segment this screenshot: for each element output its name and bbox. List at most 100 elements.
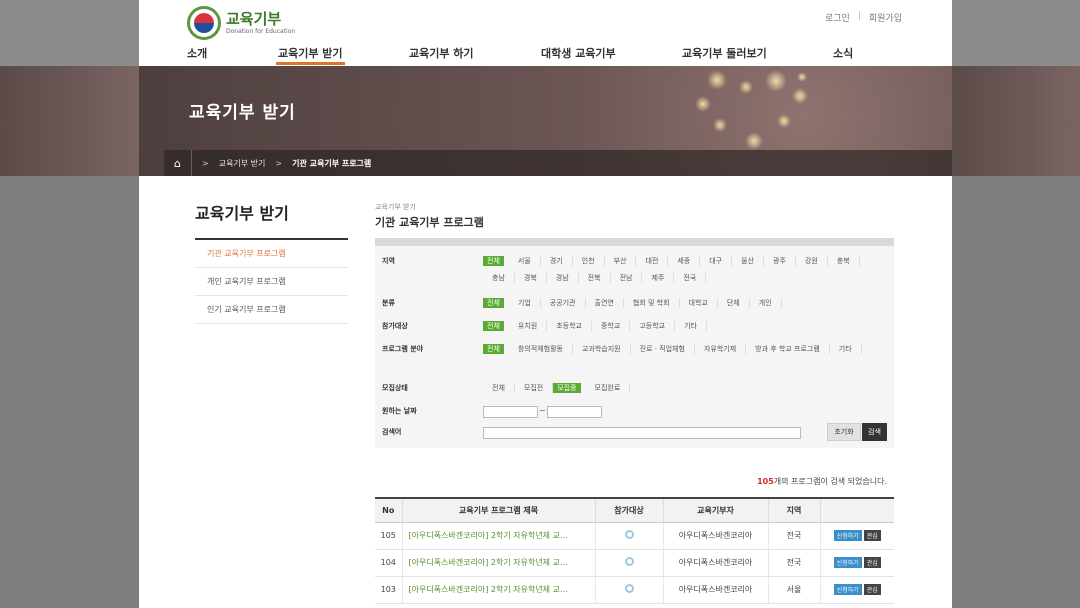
- filter-field-option[interactable]: 창의적체험활동: [509, 344, 573, 354]
- nav-receive[interactable]: 교육기부 받기: [276, 45, 345, 65]
- util-separator: |: [857, 11, 861, 21]
- apply-button[interactable]: 신청하기: [833, 557, 862, 568]
- filter-region-option[interactable]: 전체: [483, 256, 504, 266]
- page: 교육기부 Donation for Education 로그인 | 회원가입 소…: [139, 0, 952, 608]
- filter-category-option[interactable]: 기업: [509, 298, 541, 308]
- filter-region-option[interactable]: 경북: [515, 273, 547, 283]
- result-text: 개의 프로그램이 검색 되었습니다.: [773, 477, 887, 486]
- filter-status-option[interactable]: 전체: [483, 383, 515, 393]
- filter-region-option[interactable]: 경남: [547, 273, 579, 283]
- filter-category-option[interactable]: 전체: [483, 298, 504, 308]
- filter-keyword-label: 검색어: [382, 428, 402, 436]
- filter-category-option[interactable]: 대학교: [680, 298, 718, 308]
- header: 교육기부 Donation for Education 로그인 | 회원가입 소…: [139, 0, 952, 66]
- filter-category-option[interactable]: 협회 및 학회: [624, 298, 680, 308]
- filter-field-option[interactable]: 전체: [483, 344, 504, 354]
- filter-region-option[interactable]: 서울: [509, 256, 541, 266]
- like-button[interactable]: 관심: [863, 557, 881, 568]
- location-small: 교육기부 받기: [375, 203, 416, 211]
- filter-region-option[interactable]: 부산: [605, 256, 637, 266]
- home-icon[interactable]: ⌂: [164, 150, 192, 176]
- filter-region-option[interactable]: 대구: [700, 256, 733, 266]
- breadcrumb-arrow: >: [275, 158, 283, 168]
- nav-intro[interactable]: 소개: [187, 45, 207, 61]
- right-backdrop: [952, 0, 1080, 608]
- login-link[interactable]: 로그인: [825, 11, 850, 24]
- filter-region-option[interactable]: 경기: [541, 256, 573, 266]
- filter-category-option[interactable]: 공공기관: [541, 298, 586, 308]
- filter-region-option[interactable]: 울산: [732, 256, 765, 266]
- breadcrumb-level1[interactable]: 교육기부 받기: [209, 158, 266, 169]
- filter-field-option[interactable]: 자유학기제: [695, 344, 747, 354]
- filter-region-option[interactable]: 전남: [611, 273, 643, 283]
- filter-status-option[interactable]: 모집중: [553, 383, 581, 393]
- row-title-link[interactable]: [아우디폭스바겐코리아] 2학기 자유학년제 교...: [402, 522, 596, 550]
- nav-university[interactable]: 대학생 교육기부: [541, 45, 616, 61]
- keyword-input[interactable]: [483, 427, 801, 439]
- sidebar-title: 교육기부 받기: [195, 200, 348, 240]
- filter-category-option[interactable]: 단체: [718, 298, 750, 308]
- filter-target-label: 참가대상: [382, 322, 408, 330]
- row-donor: 아우디폭스바겐코리아: [663, 549, 769, 577]
- row-title-link[interactable]: [아우디폭스바겐코리아] 2학기 자유학년제 교...: [402, 549, 596, 577]
- filter-region-option[interactable]: 강원: [796, 256, 828, 266]
- filter-target-option[interactable]: 전체: [483, 321, 504, 331]
- program-table: No 교육기부 프로그램 제목 참가대상 교육기부자 지역 105 [아우디폭스바…: [375, 497, 894, 604]
- filter-region-option[interactable]: 제주: [642, 273, 675, 283]
- result-count-text: 105개의 프로그램이 검색 되었습니다.: [757, 476, 887, 487]
- filter-target-option[interactable]: 고등학교: [630, 321, 676, 331]
- date-start-input[interactable]: [483, 406, 538, 418]
- search-button[interactable]: 검색: [862, 423, 887, 441]
- filter-target-option[interactable]: 초등학교: [547, 321, 592, 331]
- content: 교육기부 받기 기관 교육기부 프로그램 지역 전체 서울 경기 인천 부산 대전 세종 대구…: [375, 202, 895, 604]
- filter-date-label: 원하는 날짜: [382, 407, 417, 415]
- breadcrumb: ⌂ > 교육기부 받기 > 기관 교육기부 프로그램: [164, 150, 952, 176]
- like-button[interactable]: 관심: [863, 584, 881, 595]
- nav-browse[interactable]: 교육기부 둘러보기: [682, 45, 767, 61]
- col-no: No: [375, 497, 403, 523]
- breadcrumb-level2[interactable]: 기관 교육기부 프로그램: [282, 158, 371, 169]
- filter-category-label: 분류: [382, 299, 395, 307]
- filter-region-option[interactable]: 충북: [828, 256, 860, 266]
- filter-field-option[interactable]: 교과학습지원: [573, 344, 631, 354]
- filter-region-option[interactable]: 대전: [636, 256, 669, 266]
- date-dash: ~: [539, 406, 546, 415]
- filter-region-option[interactable]: 인천: [573, 256, 605, 266]
- filter-target-option[interactable]: 기타: [675, 321, 707, 331]
- banner-title: 교육기부 받기: [189, 103, 296, 123]
- filter-region-option[interactable]: 세종: [668, 256, 701, 266]
- sidebar-item-popular[interactable]: 인기 교육기부 프로그램: [195, 296, 348, 324]
- page-banner: 교육기부 받기 ⌂ > 교육기부 받기 > 기관 교육기부 프로그램: [139, 66, 952, 176]
- like-button[interactable]: 관심: [863, 530, 881, 541]
- filter-region-option[interactable]: 전국: [674, 273, 707, 283]
- filter-category-option[interactable]: 출연연: [586, 298, 624, 308]
- join-link[interactable]: 회원가입: [869, 11, 902, 24]
- apply-button[interactable]: 신청하기: [833, 584, 862, 595]
- logo[interactable]: 교육기부 Donation for Education: [187, 6, 295, 40]
- filter-category-options: 전체 기업 공공기관 출연연 협회 및 학회 대학교 단체 개인: [483, 298, 883, 308]
- filter-field-option[interactable]: 방과 후 학교 프로그램: [746, 344, 830, 354]
- filter-field-options: 전체 창의적체험활동 교과학습지원 진로 · 직업체험 자유학기제 방과 후 학교 프로그…: [483, 344, 883, 354]
- filter-region-option[interactable]: 전북: [579, 273, 611, 283]
- row-actions: 신청하기 관심: [820, 522, 894, 550]
- date-end-input[interactable]: [547, 406, 602, 418]
- sidebar-item-institution[interactable]: 기관 교육기부 프로그램: [195, 240, 348, 268]
- filter-region-option[interactable]: 충남: [483, 273, 515, 283]
- row-target: [595, 549, 664, 577]
- nav-news[interactable]: 소식: [833, 45, 853, 61]
- filter-status-option[interactable]: 모집전: [515, 383, 554, 393]
- filter-category-option[interactable]: 개인: [750, 298, 782, 308]
- filter-target-option[interactable]: 중학교: [592, 321, 631, 331]
- apply-button[interactable]: 신청하기: [833, 530, 862, 541]
- row-title-link[interactable]: [아우디폭스바겐코리아] 2학기 자유학년제 교...: [402, 576, 596, 604]
- filter-status-option[interactable]: 모집완료: [586, 383, 631, 393]
- filter-target-option[interactable]: 유치원: [509, 321, 548, 331]
- filter-region-option[interactable]: 광주: [764, 256, 796, 266]
- nav-give[interactable]: 교육기부 하기: [409, 45, 474, 61]
- filter-field-option[interactable]: 진로 · 직업체험: [631, 344, 695, 354]
- filter-field-option[interactable]: 기타: [830, 344, 862, 354]
- row-donor: 아우디폭스바겐코리아: [663, 522, 769, 550]
- reset-button[interactable]: 초기화: [827, 423, 861, 441]
- sidebar-item-personal[interactable]: 개인 교육기부 프로그램: [195, 268, 348, 296]
- col-actions: [820, 497, 894, 523]
